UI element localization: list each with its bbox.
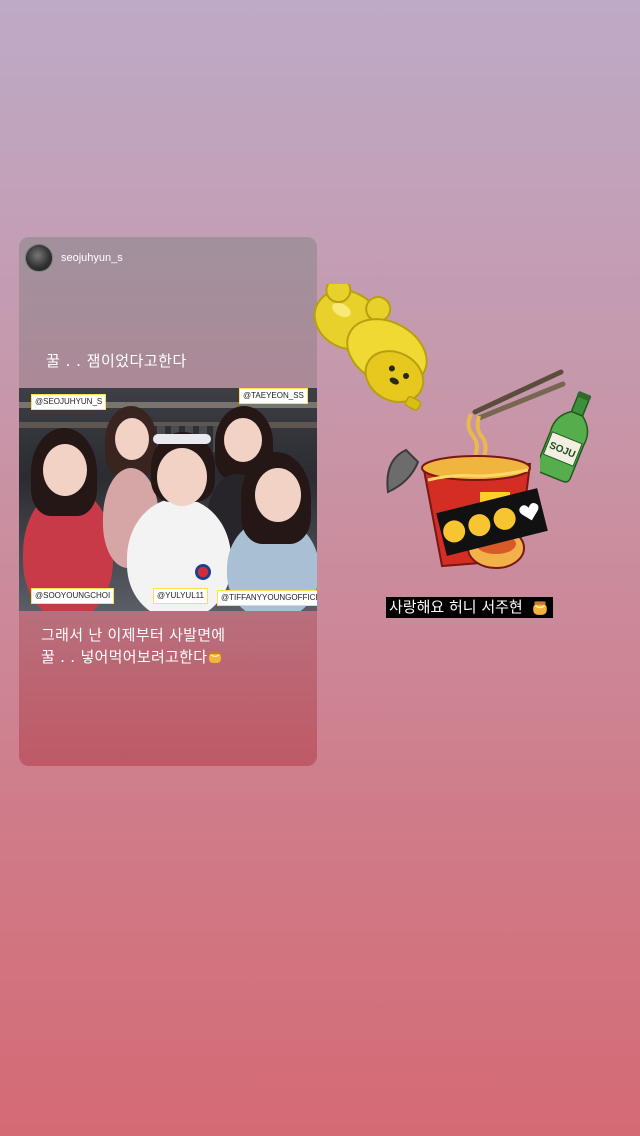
- caption-line: 꿀 . . 넣어먹어보려고한다: [41, 646, 225, 668]
- face: [115, 418, 149, 460]
- honey-pot-icon: [533, 601, 547, 615]
- caption-line-text: 꿀 . . 넣어먹어보려고한다: [41, 648, 208, 666]
- soju-bottle-sticker[interactable]: SOJU: [540, 388, 596, 484]
- shared-post-card[interactable]: seojuhyun_s 꿀 . . 잼이었다고한다 @SEOJUHYUN_S @…: [19, 237, 317, 766]
- laughing-emoji-icon: [466, 511, 493, 539]
- winking-tongue-emoji-icon: [440, 518, 468, 545]
- caption-line: 그래서 난 이제부터 사발면에: [41, 626, 226, 644]
- avatar[interactable]: [25, 244, 53, 272]
- smiling-emoji-icon: [491, 505, 518, 533]
- headband: [153, 434, 211, 444]
- caption-bottom: 그래서 난 이제부터 사발면에 꿀 . . 넣어먹어보려고한다: [41, 624, 225, 668]
- face: [255, 468, 301, 522]
- face: [224, 418, 262, 462]
- banner-text: 사랑해요 허니 서주현: [389, 598, 523, 616]
- honey-pot-icon: [209, 651, 222, 663]
- face: [157, 448, 207, 506]
- story-screen: { "shared_post": { "username": "seojuhyu…: [0, 0, 640, 1136]
- mention-tag[interactable]: @YULYUL11: [153, 588, 208, 604]
- mention-tag[interactable]: @TIFFANYYOUNGOFFICIAL: [217, 590, 317, 606]
- post-header[interactable]: seojuhyun_s: [25, 244, 123, 272]
- text-banner[interactable]: 사랑해요 허니 서주현: [386, 597, 553, 618]
- honey-bear-sticker[interactable]: [284, 284, 454, 424]
- face: [43, 444, 87, 496]
- flag-patch: [195, 564, 211, 580]
- mention-tag[interactable]: @SOOYOUNGCHOI: [31, 588, 115, 604]
- caption-top: 꿀 . . 잼이었다고한다: [46, 352, 187, 370]
- mention-tag[interactable]: @SEOJUHYUN_S: [31, 394, 107, 410]
- post-photo[interactable]: @SEOJUHYUN_S @TAEYEON_SS @SOOYOUNGCHOI @…: [19, 388, 317, 611]
- username[interactable]: seojuhyun_s: [61, 252, 123, 264]
- white-heart-icon: [517, 499, 544, 526]
